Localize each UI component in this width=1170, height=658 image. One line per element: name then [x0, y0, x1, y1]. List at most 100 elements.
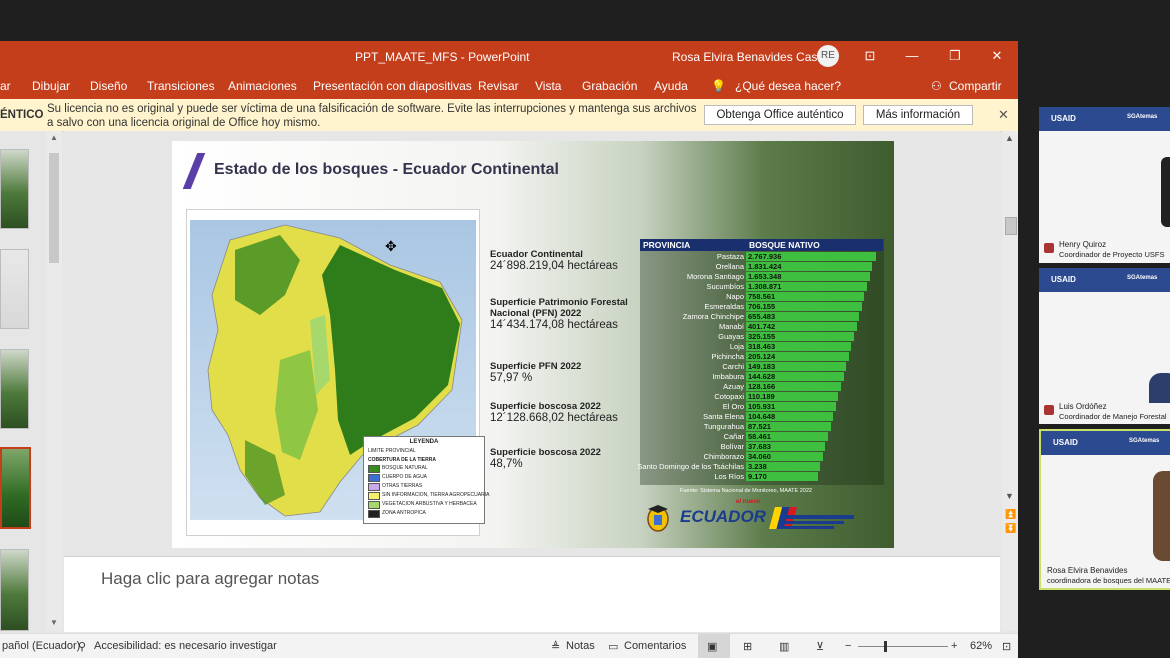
- scroll-up-icon[interactable]: ▲: [50, 133, 58, 142]
- legend-heading: COBERTURA DE LA TIERRA: [368, 457, 436, 463]
- participant-tile[interactable]: USAID SGAtemas Luis Ordóñez Coordinador …: [1039, 268, 1170, 424]
- notes-placeholder[interactable]: Haga clic para agregar notas: [101, 569, 319, 589]
- province-name: Esmeraldas: [704, 302, 744, 311]
- legend-title: LEYENDA: [409, 439, 439, 445]
- tab-revisar[interactable]: Revisar: [478, 79, 519, 93]
- tell-me-search[interactable]: ¿Qué desea hacer?: [735, 79, 841, 93]
- table-row: Chimborazo 34.060: [640, 452, 884, 462]
- ministry-logo-icon: [784, 513, 864, 531]
- province-name: Bolívar: [720, 442, 744, 451]
- tab-vista[interactable]: Vista: [535, 79, 561, 93]
- slide[interactable]: Estado de los bosques - Ecuador Continen…: [172, 141, 894, 548]
- participant-video: [1149, 373, 1170, 403]
- slide-editing-area: Estado de los bosques - Ecuador Continen…: [64, 131, 1000, 551]
- minimize-icon[interactable]: —: [900, 46, 924, 66]
- notes-pane[interactable]: Haga clic para agregar notas: [64, 556, 1000, 632]
- accessibility-status[interactable]: Accesibilidad: es necesario investigar: [94, 640, 277, 652]
- province-name: Azuay: [723, 382, 744, 391]
- comments-icon[interactable]: ▭: [608, 640, 618, 653]
- scroll-down-icon[interactable]: ▼: [1005, 491, 1014, 501]
- scroll-up-icon[interactable]: ▲: [1005, 133, 1014, 143]
- forest-value: 3.238: [748, 462, 767, 471]
- slide-thumbnail[interactable]: [0, 349, 29, 429]
- province-name: Chimborazo: [703, 452, 744, 461]
- notes-icon[interactable]: ≜: [551, 640, 560, 653]
- province-name: Imbabura: [712, 372, 744, 381]
- forest-value: 2.767.936: [748, 252, 782, 261]
- fit-slide-icon[interactable]: ⊡: [1002, 640, 1011, 653]
- reading-view-icon[interactable]: ▥: [779, 640, 789, 653]
- slide-thumbnail[interactable]: [0, 149, 29, 229]
- table-row: Sucumbíos 1.308.871: [640, 282, 884, 292]
- forest-by-province-table: PROVINCIA BOSQUE NATIVO Pastaza 2.767.936…: [637, 239, 884, 494]
- tab-animaciones[interactable]: Animaciones: [228, 79, 297, 93]
- normal-view-icon[interactable]: ▣: [707, 640, 717, 653]
- tile-banner: USAID SGAtemas: [1039, 107, 1170, 131]
- participant-tile[interactable]: USAID SGAtemas Henry Quiroz Coordinador …: [1039, 107, 1170, 263]
- table-header-bosque: BOSQUE NATIVO: [746, 239, 883, 251]
- forest-value: 87.521: [748, 422, 771, 431]
- comments-button[interactable]: Comentarios: [624, 640, 686, 652]
- province-name: Orellana: [715, 262, 744, 271]
- ribbon-display-icon[interactable]: ⊡: [858, 46, 882, 66]
- language-status[interactable]: pañol (Ecuador): [2, 640, 80, 652]
- slide-thumbnail-selected[interactable]: [0, 447, 31, 529]
- slide-sorter-icon[interactable]: ⊞: [743, 640, 752, 653]
- zoom-level[interactable]: 62%: [970, 640, 992, 652]
- tab-insertar[interactable]: ar: [0, 79, 11, 93]
- avatar[interactable]: RE: [817, 45, 839, 67]
- table-row: Zamora Chinchipe 655.483: [640, 312, 884, 322]
- table-row: Los Ríos 9.170: [640, 472, 884, 482]
- accessibility-icon[interactable]: ⚲: [78, 640, 86, 653]
- close-icon[interactable]: ✕: [985, 46, 1009, 66]
- get-genuine-office-button[interactable]: Obtenga Office auténtico: [704, 105, 856, 125]
- tab-ayuda[interactable]: Ayuda: [654, 79, 688, 93]
- scroll-thumb[interactable]: [1005, 217, 1017, 235]
- tab-dibujar[interactable]: Dibujar: [32, 79, 70, 93]
- slide-thumbnail[interactable]: [0, 549, 29, 631]
- lightbulb-icon[interactable]: 💡: [711, 79, 726, 93]
- scroll-down-icon[interactable]: ▼: [50, 618, 58, 627]
- share-button[interactable]: Compartir: [949, 79, 1002, 93]
- zoom-slider[interactable]: [858, 641, 948, 652]
- previous-slide-icon[interactable]: ⏫: [1005, 509, 1016, 520]
- more-info-button[interactable]: Más información: [863, 105, 973, 125]
- tab-presentacion[interactable]: Presentación con diapositivas: [313, 79, 472, 93]
- participant-tile-active[interactable]: USAID SGAtemas Rosa Elvira Benavides coo…: [1039, 429, 1170, 590]
- forest-value: 37.683: [748, 442, 771, 451]
- ribbon-tabs: ar Dibujar Diseño Transiciones Animacion…: [0, 71, 1018, 99]
- person-icon[interactable]: ⚇: [931, 79, 942, 93]
- table-row: Imbabura 144.628: [640, 372, 884, 382]
- thumbnails-scrollbar[interactable]: ▲ ▼: [46, 131, 62, 631]
- logo-text: ECUADOR: [680, 507, 766, 526]
- slide-thumbnail[interactable]: [0, 249, 29, 329]
- slide-title[interactable]: Estado de los bosques - Ecuador Continen…: [214, 161, 559, 179]
- powerpoint-window: PPT_MAATE_MFS - PowerPoint Rosa Elvira B…: [0, 41, 1018, 658]
- table-row: Pastaza 2.767.936: [640, 252, 884, 262]
- tab-diseno[interactable]: Diseño: [90, 79, 127, 93]
- participant-name: Rosa Elvira Benavides: [1047, 566, 1128, 575]
- zoom-slider-thumb[interactable]: [884, 641, 887, 652]
- tab-grabacion[interactable]: Grabación: [582, 79, 637, 93]
- logo-kicker: el nuevo: [736, 499, 761, 505]
- close-warning-icon[interactable]: ✕: [998, 107, 1009, 123]
- participant-role: Coordinador de Proyecto USFS: [1059, 250, 1165, 259]
- slideshow-icon[interactable]: ⊻: [816, 640, 824, 653]
- restore-icon[interactable]: ❐: [943, 46, 967, 66]
- window-title: PPT_MAATE_MFS - PowerPoint: [355, 50, 530, 64]
- tab-transiciones[interactable]: Transiciones: [147, 79, 215, 93]
- zoom-in-button[interactable]: +: [951, 640, 957, 652]
- editing-scrollbar[interactable]: ▲ ▼ ⏫ ⏬: [1002, 131, 1018, 631]
- province-name: Pastaza: [716, 252, 744, 261]
- next-slide-icon[interactable]: ⏬: [1005, 523, 1016, 534]
- warning-message: Su licencia no es original y puede ser v…: [47, 103, 697, 129]
- user-name[interactable]: Rosa Elvira Benavides Castro: [672, 50, 831, 64]
- zoom-out-button[interactable]: −: [845, 640, 851, 652]
- notes-button[interactable]: Notas: [566, 640, 595, 652]
- tile-banner: USAID SGAtemas: [1041, 431, 1170, 455]
- forest-value: 9.170: [748, 472, 767, 481]
- scroll-thumb[interactable]: [49, 153, 59, 263]
- land-cover-map[interactable]: LEYENDA LIMITE PROVINCIAL COBERTURA DE L…: [186, 209, 489, 536]
- table-row: Guayas 325.155: [640, 332, 884, 342]
- forest-value: 205.124: [748, 352, 776, 361]
